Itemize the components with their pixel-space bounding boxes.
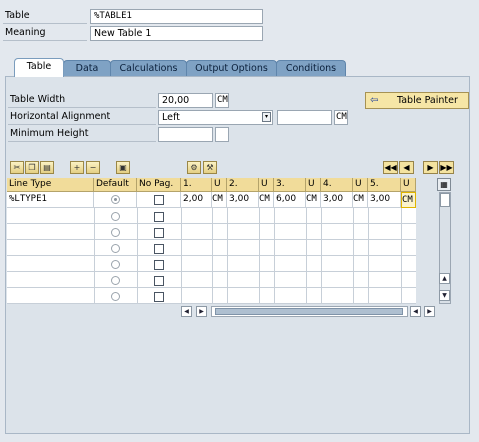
- copy-icon[interactable]: ❐: [25, 161, 39, 174]
- table-painter-label: Table Painter: [397, 95, 458, 106]
- default-radio[interactable]: [111, 195, 120, 204]
- header-unit1[interactable]: U: [212, 178, 227, 192]
- tab-calculations[interactable]: Calculations: [110, 60, 187, 77]
- scroll-right-end-icon[interactable]: ▶: [424, 306, 435, 317]
- no-page-checkbox[interactable]: [154, 212, 164, 222]
- first-page-icon[interactable]: ◀◀: [383, 161, 398, 174]
- default-radio[interactable]: [111, 228, 120, 237]
- scroll-left-end-icon[interactable]: ◀: [410, 306, 421, 317]
- vertical-scroll-thumb[interactable]: [440, 193, 450, 207]
- horizontal-scrollbar[interactable]: [211, 306, 408, 317]
- table-width-unit-field[interactable]: CM: [215, 93, 229, 108]
- lock-icon[interactable]: ▣: [116, 161, 130, 174]
- table-row-unit5[interactable]: CM: [401, 192, 416, 208]
- tab-output-options[interactable]: Output Options: [186, 60, 277, 77]
- no-page-checkbox[interactable]: [154, 292, 164, 302]
- last-page-icon[interactable]: ▶▶: [439, 161, 454, 174]
- header-col5[interactable]: 5.: [368, 178, 401, 192]
- horizontal-offset-unit-field[interactable]: CM: [334, 110, 348, 125]
- table-row-col5[interactable]: 3,00: [368, 192, 401, 208]
- scroll-left-icon[interactable]: ◀: [181, 306, 192, 317]
- split-icon[interactable]: ⚒: [203, 161, 217, 174]
- table-row-unit3[interactable]: CM: [306, 192, 321, 208]
- table-width-label: Table Width: [10, 94, 66, 105]
- tab-conditions[interactable]: Conditions: [276, 60, 346, 77]
- header-col1[interactable]: 1.: [181, 178, 212, 192]
- no-page-checkbox[interactable]: [154, 244, 164, 254]
- horizontal-alignment-value: Left: [162, 112, 180, 123]
- paste-icon[interactable]: ▤: [40, 161, 54, 174]
- table-row-line-type[interactable]: %LTYPE1: [7, 192, 94, 208]
- minimum-height-field[interactable]: [158, 127, 213, 142]
- header-col2[interactable]: 2.: [227, 178, 259, 192]
- scroll-down-icon[interactable]: ▼: [439, 290, 450, 301]
- meaning-field[interactable]: New Table 1: [90, 26, 263, 41]
- header-unit5[interactable]: U: [401, 178, 416, 192]
- previous-page-icon[interactable]: ◀: [399, 161, 414, 174]
- table-row-col4[interactable]: 3,00: [321, 192, 353, 208]
- table-row-col2[interactable]: 3,00: [227, 192, 259, 208]
- tab-data[interactable]: Data: [63, 60, 111, 77]
- table-width-field[interactable]: 20,00: [158, 93, 213, 108]
- tab-table[interactable]: Table: [14, 58, 64, 77]
- next-page-icon[interactable]: ▶: [423, 161, 438, 174]
- settings-icon[interactable]: ⚙: [187, 161, 201, 174]
- minimum-height-label: Minimum Height: [10, 128, 89, 139]
- horizontal-alignment-select[interactable]: Left: [158, 110, 273, 125]
- header-unit3[interactable]: U: [306, 178, 321, 192]
- horizontal-offset-field[interactable]: [277, 110, 332, 125]
- table-row-unit4[interactable]: CM: [353, 192, 368, 208]
- header-col4[interactable]: 4.: [321, 178, 353, 192]
- header-line-type[interactable]: Line Type: [7, 178, 94, 192]
- header-unit2[interactable]: U: [259, 178, 274, 192]
- horizontal-alignment-label: Horizontal Alignment: [10, 111, 111, 122]
- scroll-up-icon[interactable]: ▲: [439, 273, 450, 284]
- minimum-height-unit-field[interactable]: [215, 127, 229, 142]
- meaning-label: Meaning: [5, 27, 46, 38]
- column-settings-icon[interactable]: ▦: [437, 178, 451, 191]
- header-col3[interactable]: 3.: [274, 178, 306, 192]
- dropdown-icon[interactable]: ▾: [262, 112, 271, 122]
- default-radio[interactable]: [111, 292, 120, 301]
- table-row-col1[interactable]: 2,00: [181, 192, 212, 208]
- cut-icon[interactable]: ✂: [10, 161, 24, 174]
- header-unit4[interactable]: U: [353, 178, 368, 192]
- table-row-col3[interactable]: 6,00: [274, 192, 306, 208]
- no-page-checkbox[interactable]: [154, 228, 164, 238]
- default-radio[interactable]: [111, 244, 120, 253]
- insert-row-icon[interactable]: +: [70, 161, 84, 174]
- default-radio[interactable]: [111, 212, 120, 221]
- scroll-right-icon[interactable]: ▶: [196, 306, 207, 317]
- empty-rows: [7, 208, 416, 304]
- default-radio[interactable]: [111, 260, 120, 269]
- default-radio[interactable]: [111, 276, 120, 285]
- table-painter-button[interactable]: ⇦ Table Painter: [365, 92, 469, 109]
- header-default[interactable]: Default: [94, 178, 137, 192]
- no-page-checkbox[interactable]: [154, 195, 164, 205]
- table-label: Table: [5, 10, 30, 21]
- no-page-checkbox[interactable]: [154, 276, 164, 286]
- header-no-page-break[interactable]: No Pag.: [137, 178, 181, 192]
- table-name-field[interactable]: %TABLE1: [90, 9, 263, 24]
- arrow-left-icon: ⇦: [370, 95, 379, 106]
- delete-row-icon[interactable]: −: [86, 161, 100, 174]
- vertical-scrollbar[interactable]: [439, 192, 451, 304]
- no-page-checkbox[interactable]: [154, 260, 164, 270]
- horizontal-scroll-thumb[interactable]: [215, 308, 403, 315]
- table-row-unit1[interactable]: CM: [212, 192, 227, 208]
- table-row-unit2[interactable]: CM: [259, 192, 274, 208]
